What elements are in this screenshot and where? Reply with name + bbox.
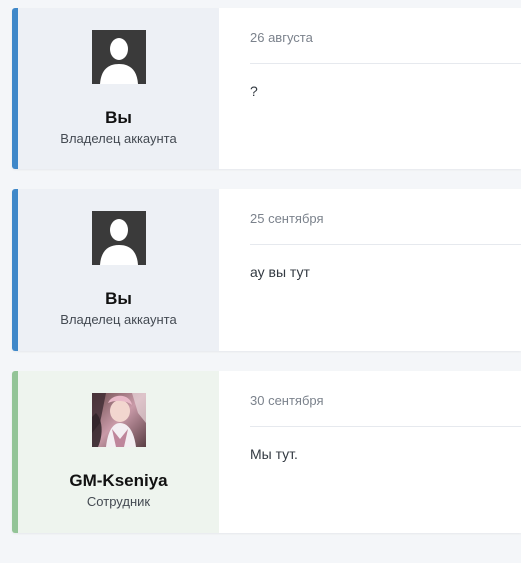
message-item: Вы Владелец аккаунта 25 сентября ау вы т…	[12, 189, 521, 351]
message-text: Мы тут.	[250, 446, 298, 462]
message-body: 30 сентября Мы тут.	[219, 371, 521, 533]
author-role: Владелец аккаунта	[60, 312, 177, 327]
message-divider	[250, 244, 521, 245]
author-name[interactable]: Вы	[105, 289, 132, 309]
author-role: Владелец аккаунта	[60, 131, 177, 146]
message-date[interactable]: 26 августа	[250, 30, 313, 45]
anime-character-avatar[interactable]	[91, 393, 146, 447]
message-date[interactable]: 30 сентября	[250, 393, 324, 408]
message-date[interactable]: 25 сентября	[250, 211, 324, 226]
message-text: ?	[250, 83, 258, 99]
author-name[interactable]: Вы	[105, 108, 132, 128]
message-divider	[250, 426, 521, 427]
message-author-panel: Вы Владелец аккаунта	[12, 189, 219, 351]
message-author-panel: Вы Владелец аккаунта	[12, 8, 219, 169]
message-item: GM-Kseniya Сотрудник 30 сентября Мы тут.	[12, 371, 521, 533]
message-item: Вы Владелец аккаунта 26 августа ?	[12, 8, 521, 169]
message-thread: Вы Владелец аккаунта 26 августа ? Вы Вла…	[0, 0, 521, 563]
message-body: 26 августа ?	[219, 8, 521, 169]
default-user-icon[interactable]	[91, 30, 146, 84]
default-user-icon[interactable]	[91, 211, 146, 265]
author-name[interactable]: GM-Kseniya	[69, 471, 167, 491]
message-divider	[250, 63, 521, 64]
message-body: 25 сентября ау вы тут	[219, 189, 521, 351]
author-role: Сотрудник	[86, 494, 151, 509]
message-author-panel: GM-Kseniya Сотрудник	[12, 371, 219, 533]
message-text: ау вы тут	[250, 264, 310, 280]
